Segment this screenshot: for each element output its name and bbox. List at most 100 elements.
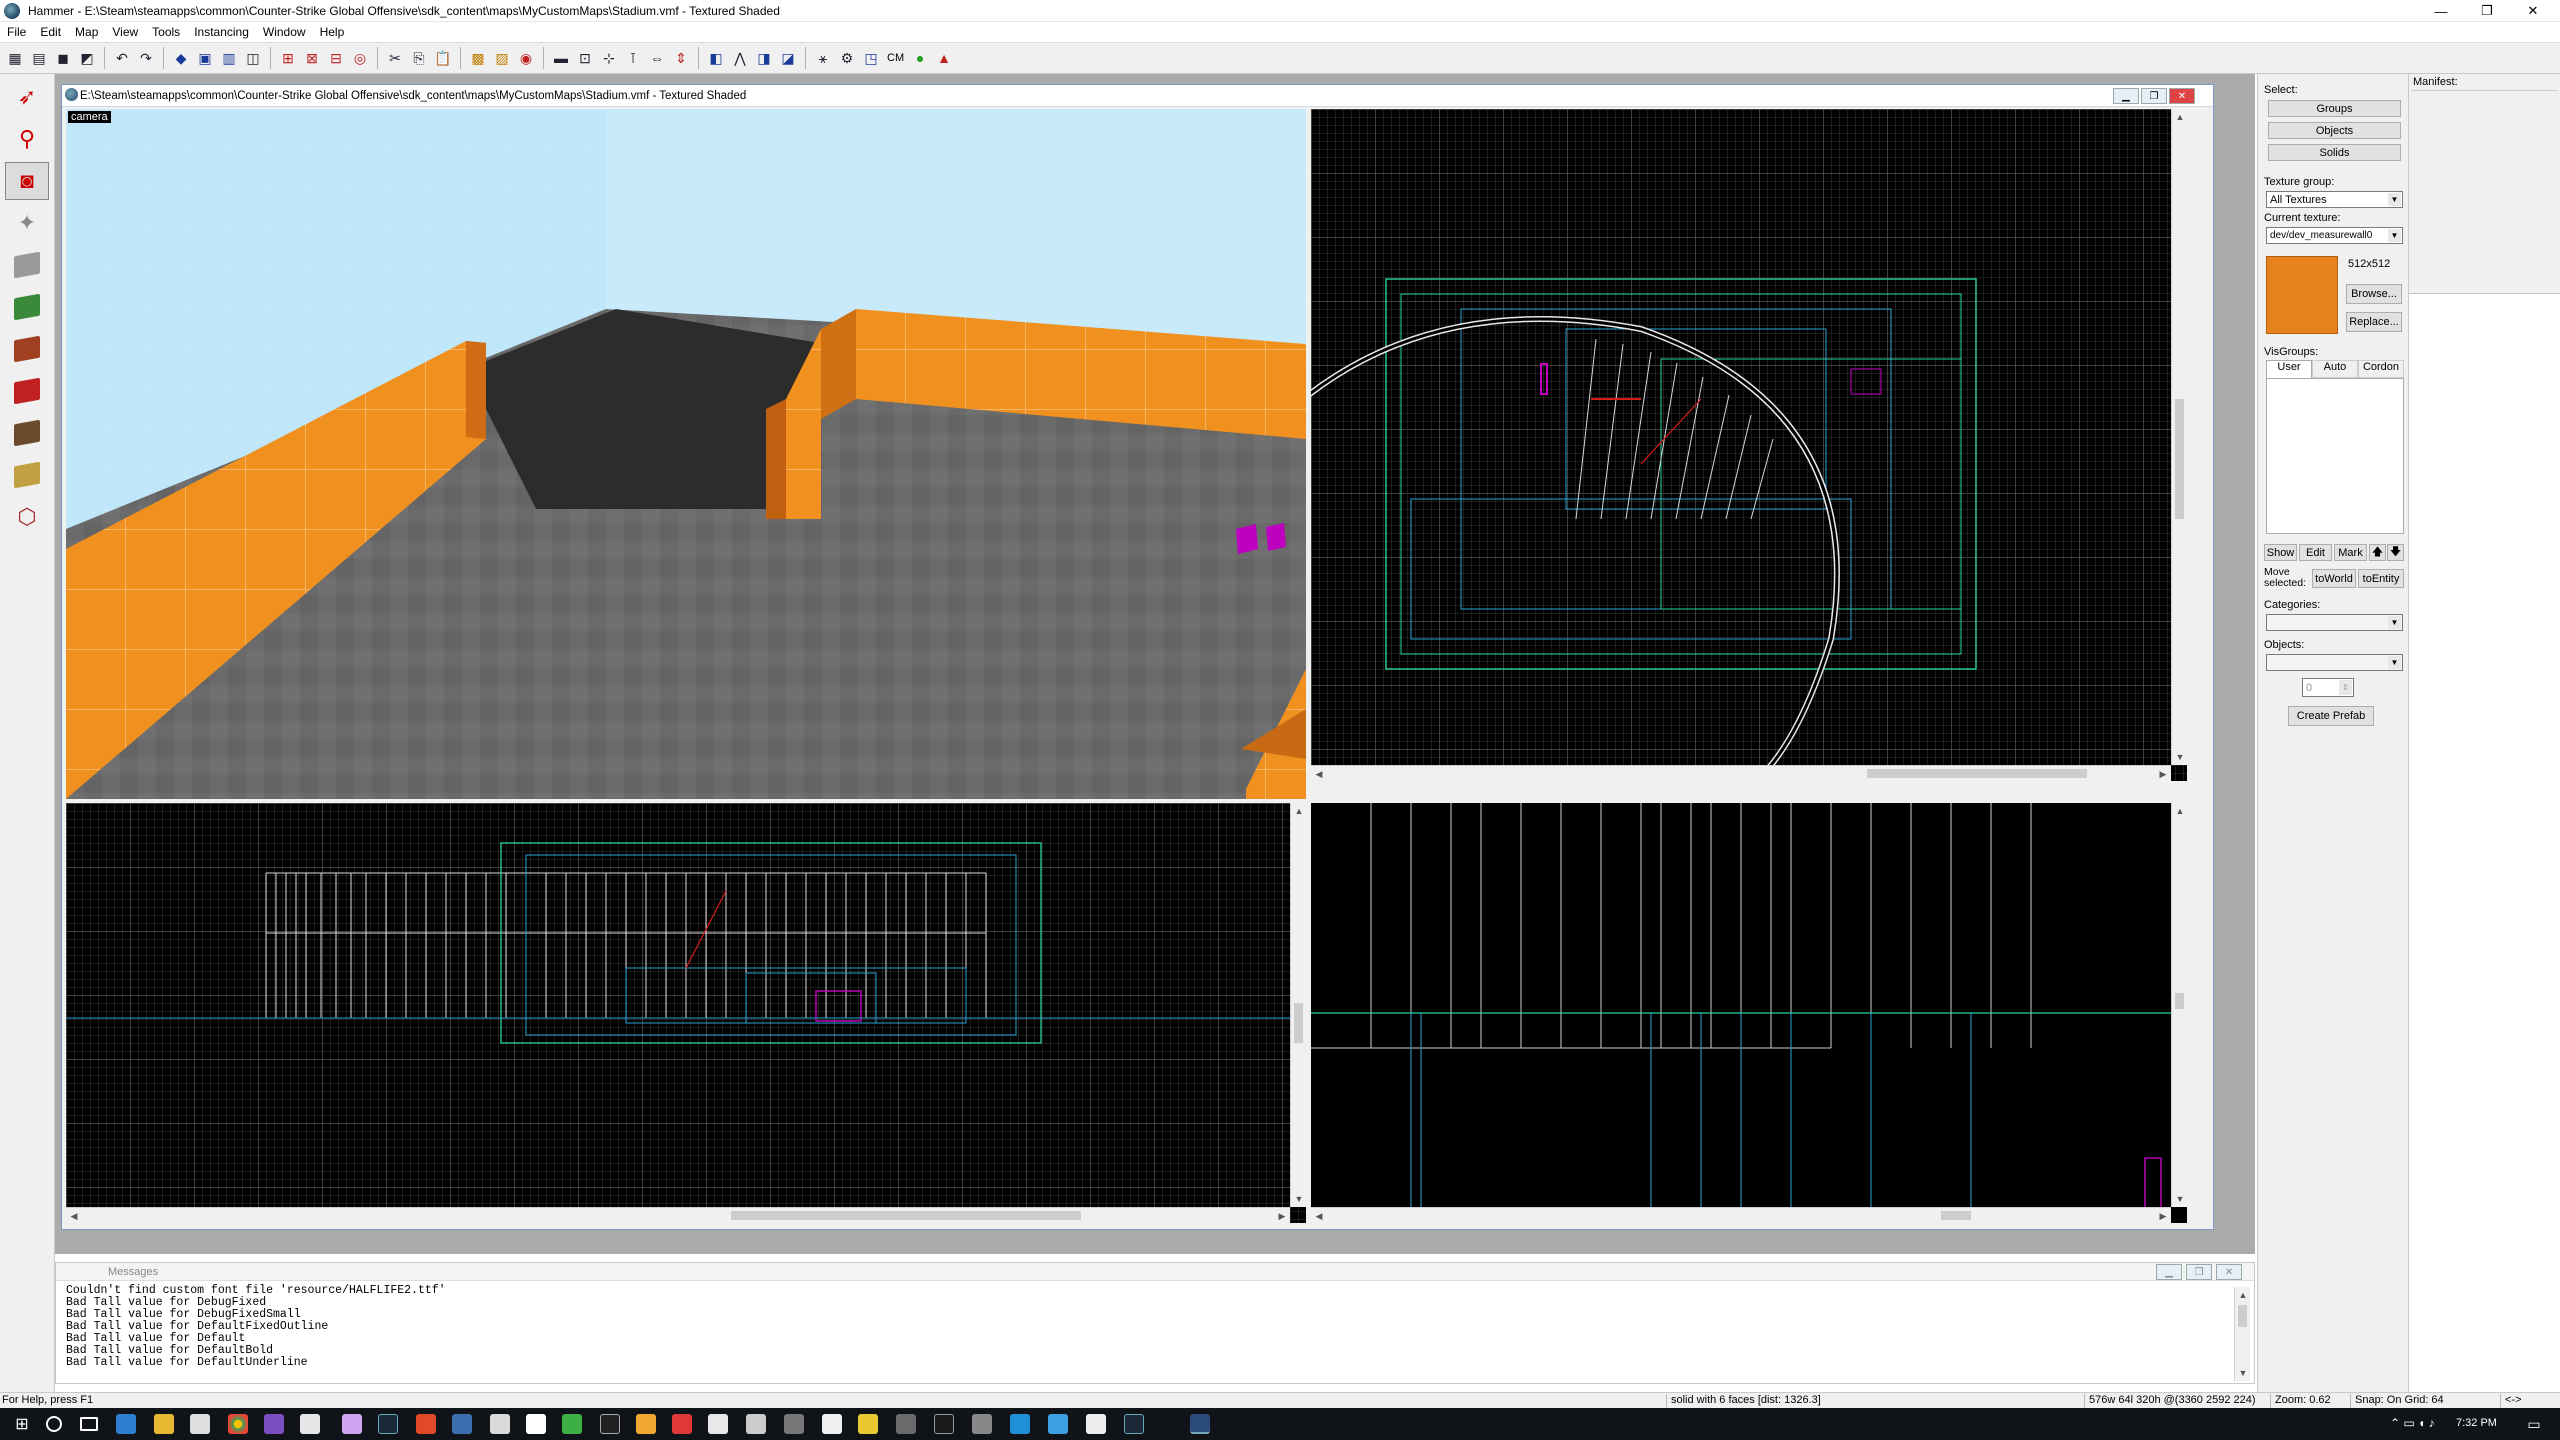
- tab-user[interactable]: User: [2266, 360, 2312, 378]
- front-view-vertical-scrollbar[interactable]: ▲ ▼: [1290, 803, 1306, 1207]
- scroll-down-arrow[interactable]: ▼: [1291, 1191, 1306, 1207]
- scroll-down-arrow[interactable]: ▼: [2235, 1365, 2251, 1381]
- mark-button[interactable]: Mark: [2334, 544, 2367, 561]
- to-entity-button[interactable]: toEntity: [2358, 569, 2404, 588]
- select-objects-button[interactable]: Objects: [2268, 122, 2401, 139]
- doc-minimize-button[interactable]: ▁: [2113, 88, 2139, 104]
- app-icon[interactable]: [452, 1414, 472, 1434]
- replace-button[interactable]: Replace...: [2346, 312, 2402, 332]
- app-icon[interactable]: [858, 1414, 878, 1434]
- menu-help[interactable]: Help: [313, 25, 352, 39]
- app-icon[interactable]: [672, 1414, 692, 1434]
- scroll-right-arrow[interactable]: ▶: [2155, 1208, 2171, 1223]
- close-button[interactable]: ✕: [2510, 0, 2556, 22]
- app-icon[interactable]: [784, 1414, 804, 1434]
- to-world-button[interactable]: toWorld: [2312, 569, 2356, 588]
- top-view-vertical-scrollbar[interactable]: ▲ ▼: [2171, 109, 2187, 765]
- check-problems-icon[interactable]: ⊠: [301, 47, 323, 69]
- app-icon[interactable]: [300, 1414, 320, 1434]
- hammer-app-icon[interactable]: [4, 2, 20, 19]
- grid-3d-icon[interactable]: ▤: [28, 47, 50, 69]
- doc-close-button[interactable]: ✕: [2169, 88, 2195, 104]
- viewport-2d-side[interactable]: ▲ ▼ ◀ ▶: [1311, 803, 2187, 1223]
- top-view-horizontal-scrollbar[interactable]: ◀ ▶: [1311, 765, 2171, 781]
- clipping-tool[interactable]: [5, 456, 49, 494]
- scroll-thumb[interactable]: [2238, 1305, 2247, 1327]
- edit-button[interactable]: Edit: [2299, 544, 2332, 561]
- side-view-vertical-scrollbar[interactable]: ▲ ▼: [2171, 803, 2187, 1207]
- scroll-thumb[interactable]: [1294, 1003, 1303, 1043]
- tray-icons[interactable]: ⌃ ▭ ◖ ♪: [2390, 1416, 2450, 1436]
- scroll-thumb[interactable]: [2175, 993, 2184, 1009]
- browse-button[interactable]: Browse...: [2346, 284, 2402, 304]
- auto-select-icon[interactable]: ⊺: [622, 47, 644, 69]
- manifest-list[interactable]: [2411, 90, 2558, 291]
- texture-preview[interactable]: [2266, 256, 2338, 334]
- app-icon[interactable]: [264, 1414, 284, 1434]
- flip-vertical-icon[interactable]: ⇕: [670, 47, 692, 69]
- tab-auto[interactable]: Auto: [2312, 360, 2358, 378]
- app-icon[interactable]: [416, 1414, 436, 1434]
- show-button[interactable]: Show: [2264, 544, 2297, 561]
- scroll-thumb[interactable]: [731, 1211, 1081, 1220]
- messages-scrollbar[interactable]: ▲ ▼: [2234, 1287, 2250, 1381]
- scroll-thumb[interactable]: [2175, 399, 2184, 519]
- select-by-handle-icon[interactable]: ⊹: [598, 47, 620, 69]
- app-icon[interactable]: [746, 1414, 766, 1434]
- ungroup-icon[interactable]: ▥: [218, 47, 240, 69]
- steam-icon[interactable]: [1124, 1414, 1144, 1434]
- cut-icon[interactable]: ✂: [384, 47, 406, 69]
- app-icon[interactable]: [896, 1414, 916, 1434]
- align-top-icon[interactable]: ⋀: [729, 47, 751, 69]
- align-right-icon[interactable]: ◨: [753, 47, 775, 69]
- scroll-down-arrow[interactable]: ▼: [2172, 749, 2187, 765]
- file-explorer-icon[interactable]: [154, 1414, 174, 1434]
- sprinkle-icon[interactable]: ⚹: [812, 47, 834, 69]
- scroll-right-arrow[interactable]: ▶: [2155, 766, 2171, 781]
- snap-to-grid-icon[interactable]: ⊡: [574, 47, 596, 69]
- viewport-2d-top[interactable]: ▲ ▼ ◀ ▶: [1311, 109, 2187, 781]
- messages-close-button[interactable]: ✕: [2216, 1264, 2242, 1280]
- menu-tools[interactable]: Tools: [145, 25, 187, 39]
- texture-lock-icon[interactable]: ▩: [467, 47, 489, 69]
- app-icon[interactable]: [342, 1414, 362, 1434]
- decal-tool[interactable]: [5, 372, 49, 410]
- app-icon[interactable]: [490, 1414, 510, 1434]
- spinner-input[interactable]: 0 ⇕: [2302, 678, 2354, 697]
- app-icon[interactable]: [636, 1414, 656, 1434]
- doc-restore-button[interactable]: ❐: [2141, 88, 2167, 104]
- map-properties-icon[interactable]: ⊟: [325, 47, 347, 69]
- chrome-icon[interactable]: [228, 1414, 248, 1434]
- messages-minimize-button[interactable]: ▁: [2156, 1264, 2182, 1280]
- texture-browse-icon[interactable]: ◉: [515, 47, 537, 69]
- larger-grid-icon[interactable]: ◩: [76, 47, 98, 69]
- menu-view[interactable]: View: [105, 25, 145, 39]
- side-view-horizontal-scrollbar[interactable]: ◀ ▶: [1311, 1207, 2171, 1223]
- hollow-icon[interactable]: ◫: [242, 47, 264, 69]
- scroll-left-arrow[interactable]: ◀: [1311, 766, 1327, 781]
- entity-tool[interactable]: ✦: [5, 204, 49, 242]
- restore-button[interactable]: ❐: [2464, 0, 2510, 22]
- flip-horizontal-icon[interactable]: ⇔: [646, 47, 668, 69]
- clock[interactable]: 7:32 PM: [2456, 1417, 2497, 1429]
- messages-restore-button[interactable]: ❐: [2186, 1264, 2212, 1280]
- spinner-arrows-icon[interactable]: ⇕: [2339, 680, 2352, 695]
- instance-icon[interactable]: ▲: [933, 47, 955, 69]
- undo-icon[interactable]: ↶: [111, 47, 133, 69]
- menu-edit[interactable]: Edit: [33, 25, 68, 39]
- scroll-left-arrow[interactable]: ◀: [66, 1208, 82, 1223]
- app-icon[interactable]: [822, 1414, 842, 1434]
- visgroups-list[interactable]: [2266, 378, 2404, 534]
- compile-icon[interactable]: ⚙: [836, 47, 858, 69]
- scroll-down-arrow[interactable]: ▼: [2172, 1191, 2187, 1207]
- apply-texture-tool[interactable]: [5, 330, 49, 368]
- viewport-3d-camera[interactable]: camera: [66, 109, 1306, 799]
- selection-tool[interactable]: ➶: [5, 78, 49, 116]
- carve-icon[interactable]: ◆: [170, 47, 192, 69]
- overlay-tool[interactable]: [5, 414, 49, 452]
- app-icon[interactable]: [526, 1414, 546, 1434]
- hide-selected-icon[interactable]: ◎: [349, 47, 371, 69]
- menu-map[interactable]: Map: [68, 25, 105, 39]
- toggle-selection-icon[interactable]: ▬: [550, 47, 572, 69]
- selected-object[interactable]: [1236, 524, 1258, 554]
